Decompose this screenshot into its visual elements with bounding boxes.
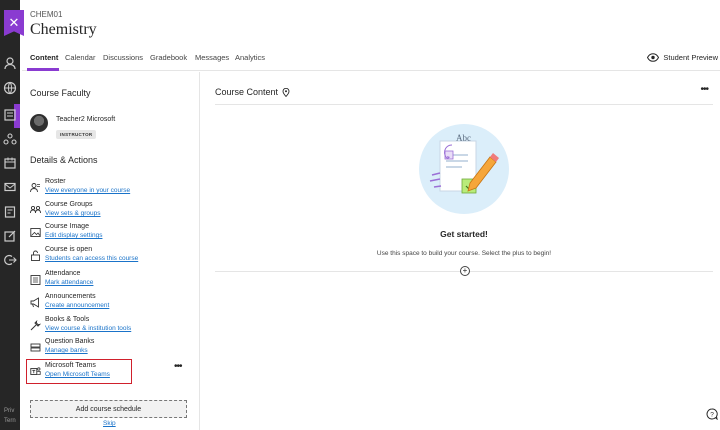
action-title: Attendance	[45, 270, 81, 277]
close-icon: ✕	[8, 15, 20, 30]
user-icon[interactable]	[3, 56, 17, 70]
skip-link[interactable]: Skip	[103, 420, 116, 427]
student-preview-button[interactable]: Student Preview	[647, 53, 718, 62]
attendance-link[interactable]: Mark attendance	[45, 279, 93, 286]
get-started-text: Use this space to build your course. Sel…	[376, 250, 552, 257]
roster-link[interactable]: View everyone in your course	[45, 187, 130, 194]
faculty-name: Teacher2 Microsoft	[56, 116, 116, 123]
groups-link[interactable]: View sets & groups	[45, 210, 101, 217]
calendar-icon[interactable]	[3, 156, 17, 170]
action-title: Books & Tools	[45, 316, 90, 323]
add-course-schedule-button[interactable]: Add course schedule	[30, 400, 187, 418]
action-course-groups: Course Groups View sets & groups	[30, 201, 195, 221]
tab-content[interactable]: Content	[30, 53, 58, 62]
organizations-icon[interactable]	[3, 132, 17, 146]
megaphone-icon	[30, 295, 41, 308]
action-course-open: Course is open Students can access this …	[30, 246, 195, 266]
messages-icon[interactable]	[3, 180, 17, 194]
courses-icon[interactable]	[3, 108, 17, 122]
unlock-icon	[30, 248, 41, 261]
announcements-link[interactable]: Create announcement	[45, 302, 109, 309]
action-title: Roster	[45, 178, 66, 185]
action-course-image: Course Image Edit display settings	[30, 223, 195, 243]
details-panel: Course Faculty Teacher2 Microsoft INSTRU…	[22, 72, 200, 430]
active-tab-underline	[27, 68, 59, 71]
terms-link[interactable]: Tern	[4, 418, 16, 424]
faculty-card[interactable]: Teacher2 Microsoft INSTRUCTOR	[30, 114, 115, 141]
grades-icon[interactable]	[3, 205, 17, 219]
content-more-options-button[interactable]: •••	[700, 84, 708, 95]
details-actions-heading: Details & Actions	[30, 155, 98, 165]
course-content-title: Course Content	[215, 87, 279, 97]
page-title: Chemistry	[30, 21, 97, 38]
globe-icon[interactable]	[3, 81, 17, 95]
eye-icon	[647, 53, 660, 62]
action-announcements: Announcements Create announcement	[30, 293, 195, 313]
action-title: Course is open	[45, 246, 93, 253]
instructor-badge: INSTRUCTOR	[56, 130, 97, 139]
tools-link[interactable]: View course & institution tools	[45, 325, 131, 332]
action-books-tools: Books & Tools View course & institution …	[30, 316, 195, 336]
course-tabs: Content Calendar Discussions Gradebook M…	[22, 47, 720, 71]
action-attendance: Attendance Mark attendance	[30, 270, 195, 290]
tools-icon[interactable]	[3, 229, 17, 243]
question-banks-link[interactable]: Manage banks	[45, 347, 88, 354]
action-roster: Roster View everyone in your course	[30, 178, 195, 198]
question-bank-icon	[30, 340, 41, 352]
image-link[interactable]: Edit display settings	[45, 232, 102, 239]
course-content-heading: Course Content	[215, 87, 290, 97]
roster-icon	[30, 180, 41, 193]
image-icon	[30, 225, 41, 237]
teams-highlight-box	[26, 359, 132, 384]
tab-analytics[interactable]: Analytics	[235, 53, 265, 62]
get-started-illustration: Abc	[419, 124, 509, 214]
student-preview-label: Student Preview	[663, 53, 718, 62]
tab-gradebook[interactable]: Gradebook	[150, 53, 187, 62]
tab-discussions[interactable]: Discussions	[103, 53, 143, 62]
course-faculty-heading: Course Faculty	[30, 88, 91, 98]
wrench-icon	[30, 318, 42, 331]
action-title: Course Image	[45, 223, 89, 230]
divider	[215, 104, 713, 105]
teams-more-options-button[interactable]: •••	[174, 361, 182, 372]
avatar	[30, 114, 48, 132]
groups-icon	[30, 203, 41, 214]
left-nav-rail: Priv Tern	[0, 0, 20, 430]
action-title: Course Groups	[45, 201, 93, 208]
get-started-title: Get started!	[440, 229, 488, 239]
svg-text:?: ?	[710, 412, 714, 419]
action-question-banks: Question Banks Manage banks	[30, 338, 195, 358]
privacy-link[interactable]: Priv	[4, 408, 14, 414]
add-content-button[interactable]: +	[460, 266, 470, 276]
tab-calendar[interactable]: Calendar	[65, 53, 95, 62]
course-code: CHEM01	[30, 10, 63, 19]
location-pin-icon[interactable]	[282, 87, 290, 97]
svg-text:Abc: Abc	[456, 133, 471, 143]
sign-out-icon[interactable]	[3, 253, 17, 267]
attendance-icon	[30, 272, 41, 285]
availability-link[interactable]: Students can access this course	[45, 255, 138, 262]
help-icon[interactable]: ?	[706, 408, 718, 420]
action-title: Announcements	[45, 293, 96, 300]
action-title: Question Banks	[45, 338, 95, 345]
tab-messages[interactable]: Messages	[195, 53, 229, 62]
